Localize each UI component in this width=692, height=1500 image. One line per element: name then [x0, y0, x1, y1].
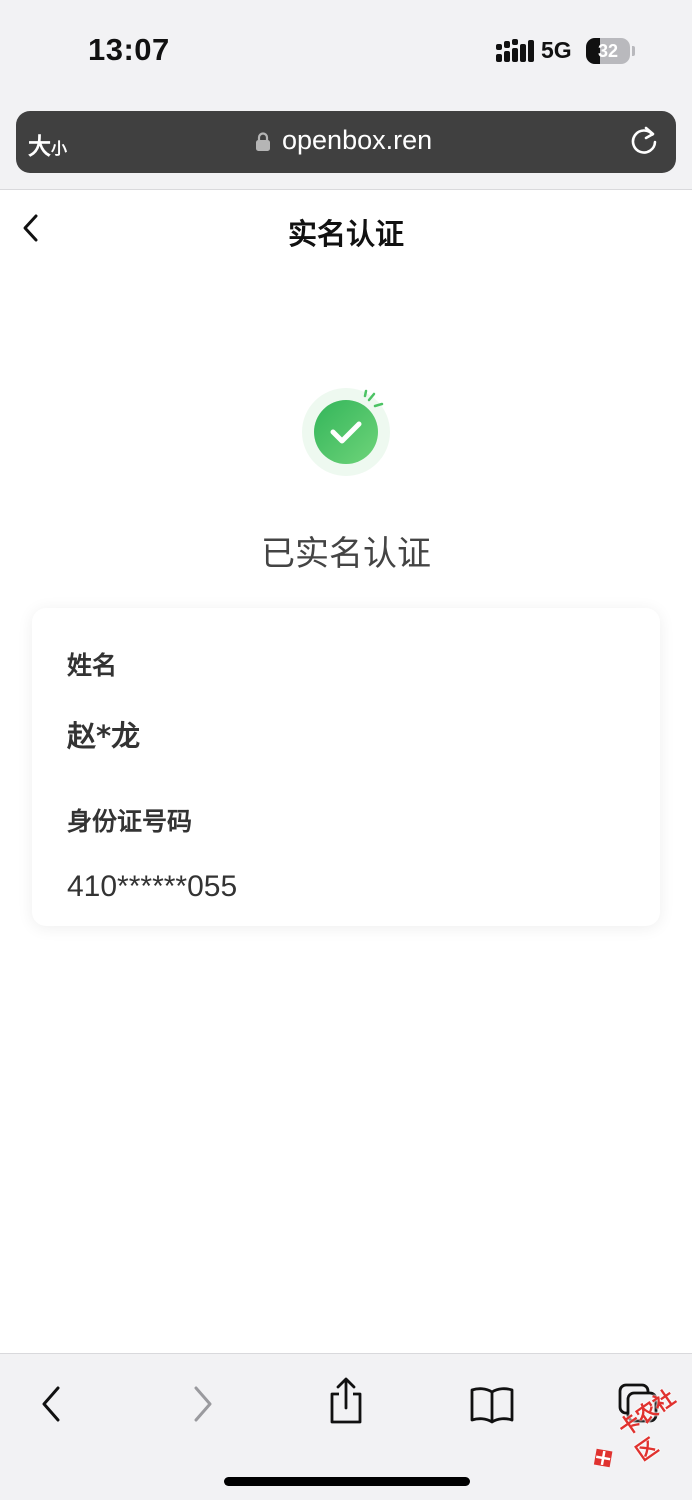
id-number-value: 410******055: [67, 870, 238, 903]
cellular-signal-icon: [496, 39, 534, 62]
battery-icon: 32: [586, 38, 630, 64]
text-size-small: 小: [51, 139, 68, 158]
verified-status-text: 已实名认证: [261, 534, 431, 574]
status-bar: 13:07 5G 32: [0, 0, 692, 100]
forward-icon[interactable]: [178, 1382, 226, 1426]
id-number-label: 身份证号码: [67, 807, 193, 836]
browser-address-area: 大小 openbox.ren: [0, 100, 692, 190]
battery-percent: 32: [597, 41, 619, 61]
back-icon[interactable]: [28, 1382, 76, 1426]
name-label: 姓名: [67, 651, 118, 680]
network-type: 5G: [541, 37, 572, 63]
home-indicator: [224, 1477, 470, 1486]
status-time: 13:07: [88, 32, 170, 67]
name-value: 赵*龙: [67, 719, 141, 753]
identity-info-card: 姓名 赵*龙 身份证号码 410******055: [32, 608, 660, 926]
text-size-button[interactable]: 大小: [28, 127, 67, 161]
page-header: 实名认证: [0, 191, 692, 271]
reload-icon[interactable]: [628, 125, 660, 157]
battery-cap: [632, 46, 635, 56]
page-title: 实名认证: [287, 217, 404, 251]
address-bar[interactable]: 大小 openbox.ren: [16, 111, 676, 173]
bookmarks-icon[interactable]: [468, 1382, 516, 1426]
share-icon[interactable]: [322, 1376, 370, 1426]
lock-icon: [256, 132, 270, 151]
text-size-big: 大: [28, 134, 51, 160]
verified-check-icon: [302, 388, 390, 476]
url-text[interactable]: openbox.ren: [282, 125, 432, 156]
